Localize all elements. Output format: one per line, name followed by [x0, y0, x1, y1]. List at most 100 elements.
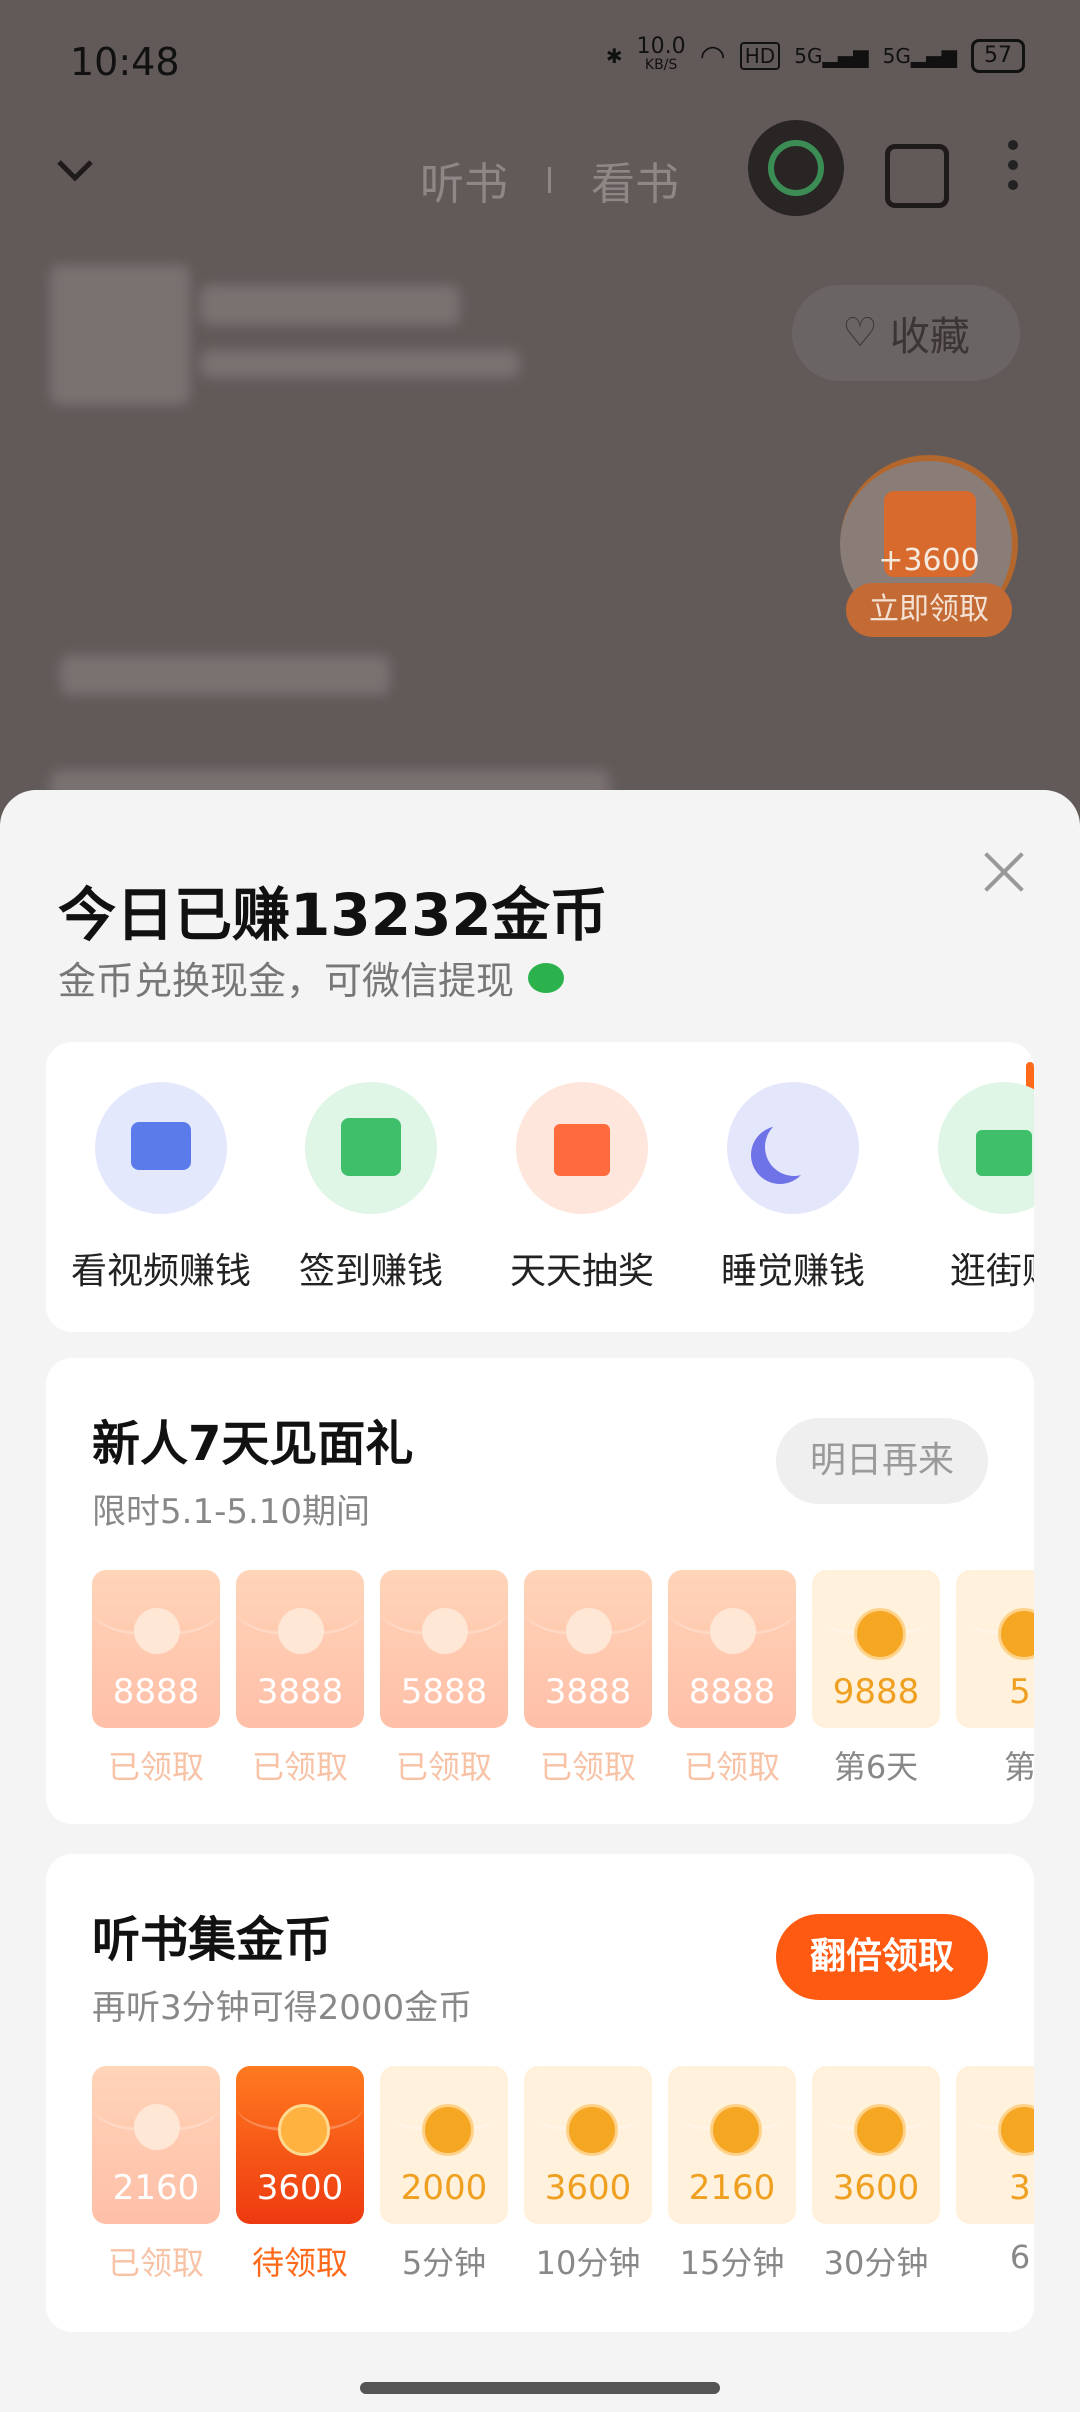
tv-icon: [95, 1082, 227, 1214]
gift-day-item[interactable]: 8888 已领取: [668, 1570, 796, 1788]
reward-amount: +3600: [878, 543, 980, 578]
coin-caption: 已领取: [107, 1748, 204, 1786]
coin-envelope: 2160: [92, 2066, 220, 2224]
listen-reward-item[interactable]: 2000 5分钟: [380, 2066, 508, 2284]
coin-envelope: 3888: [236, 1570, 364, 1728]
listen-reward-item[interactable]: 2160 已领取: [92, 2066, 220, 2284]
coin-envelope: 9888: [812, 1570, 940, 1728]
mode-tabs: 听书 看书: [420, 148, 679, 212]
coin-value: 3888: [256, 1672, 344, 1712]
chevron-down-icon[interactable]: [55, 150, 95, 190]
coin-value: 5: [1009, 1672, 1031, 1712]
coin-value: 3600: [256, 2168, 344, 2208]
coin-caption: 10分钟: [535, 2244, 641, 2282]
wifi-icon: ◠: [699, 38, 726, 74]
listen-reward-item[interactable]: 3600 10分钟: [524, 2066, 652, 2284]
coin-envelope: 2160: [668, 2066, 796, 2224]
chapter-text-blurred: [60, 655, 390, 695]
signal-5g-1: 5G▂▄▆: [794, 44, 869, 68]
signal-5g-2: 5G▂▄▆: [882, 44, 957, 68]
listen-title: 听书集金币: [92, 1912, 333, 1968]
progress-ring-icon[interactable]: [748, 120, 844, 216]
coin-icon: [422, 1608, 468, 1654]
listen-reward-item[interactable]: 3600 30分钟: [812, 2066, 940, 2284]
more-vertical-icon[interactable]: [1008, 140, 1018, 200]
listen-reward-item[interactable]: 2160 15分钟: [668, 2066, 796, 2284]
coin-caption: 待领取: [251, 2244, 348, 2282]
sheet-title: 今日已赚13232金币: [58, 881, 608, 949]
double-claim-button[interactable]: 翻倍领取: [775, 1914, 988, 2000]
status-bar: 10:48 ✱ 10.0 KB/S ◠ HD 5G▂▄▆ 5G▂▄▆ 57: [0, 0, 1080, 120]
gift-day-item[interactable]: 9888 第6天: [812, 1570, 940, 1788]
coin-caption: 15分钟: [679, 2244, 785, 2282]
coin-envelope: 3600: [812, 2066, 940, 2224]
listen-subtitle: 再听3分钟可得2000金币: [92, 1988, 473, 2028]
coin-value: 3600: [544, 2168, 632, 2208]
book-meta-blurred: [200, 350, 520, 378]
tab-listen[interactable]: 听书: [420, 148, 508, 212]
gift-subtitle: 限时5.1-5.10期间: [92, 1492, 371, 1532]
task-watch-video[interactable]: 看视频赚钱: [61, 1082, 261, 1294]
coin-icon: [134, 1608, 180, 1654]
coin-envelope: 5: [956, 1570, 1034, 1728]
coin-icon: [134, 2104, 180, 2150]
come-tomorrow-button[interactable]: 明日再来: [775, 1418, 988, 1504]
coin-envelope: 3600: [524, 2066, 652, 2224]
book-title-blurred: [200, 285, 460, 325]
coin-envelope: 3888: [524, 1570, 652, 1728]
player-top-bar: 听书 看书: [0, 120, 1080, 220]
coin-icon: [854, 1608, 906, 1660]
net-speed: 10.0 KB/S: [636, 34, 686, 74]
coin-icon: [566, 2104, 618, 2156]
gift-day-item[interactable]: 8888 已领取: [92, 1570, 220, 1788]
coin-value: 2160: [112, 2168, 200, 2208]
home-indicator[interactable]: [360, 2382, 720, 2394]
coin-caption: 已领取: [683, 1748, 780, 1786]
coin-value: 3: [1009, 2168, 1031, 2208]
coin-envelope: 3600: [236, 2066, 364, 2224]
wechat-icon: [528, 962, 565, 993]
coin-caption: 30分钟: [823, 2244, 929, 2282]
coin-icon: [566, 1608, 612, 1654]
coin-envelope: 2000: [380, 2066, 508, 2224]
coin-earnings-sheet: 今日已赚13232金币 金币兑换现金，可微信提现 看视频赚钱 签到赚钱 天天抽奖…: [0, 790, 1080, 2412]
coin-value: 5888: [400, 1672, 488, 1712]
coin-caption: 5分钟: [401, 2244, 487, 2282]
coin-icon: [854, 2104, 906, 2156]
newbie-gift-card: 新人7天见面礼 限时5.1-5.10期间 明日再来 8888 已领取 3888 已领取…: [46, 1358, 1034, 1824]
claim-now-button[interactable]: 立即领取: [846, 583, 1012, 637]
close-icon[interactable]: [982, 850, 1026, 894]
floating-coin-reward[interactable]: +3600 立即领取: [840, 455, 1018, 640]
gift-day-item[interactable]: 5第: [956, 1570, 1034, 1788]
coin-icon: [278, 2104, 330, 2156]
favorite-label: 收藏: [889, 314, 970, 360]
coin-envelope: 3: [956, 2066, 1034, 2224]
gift-day-item[interactable]: 5888 已领取: [380, 1570, 508, 1788]
listen-reward-item[interactable]: 3600 待领取: [236, 2066, 364, 2284]
coin-icon: [710, 2104, 762, 2156]
gift-day-item[interactable]: 3888 已领取: [236, 1570, 364, 1788]
task-shortcuts: 看视频赚钱 签到赚钱 天天抽奖 睡觉赚钱 逛街赚: [46, 1042, 1034, 1332]
coin-caption: 第6天: [833, 1748, 919, 1786]
gift-day-item[interactable]: 3888 已领取: [524, 1570, 652, 1788]
task-lottery[interactable]: 天天抽奖: [482, 1082, 682, 1294]
calendar-check-icon: [305, 1082, 437, 1214]
favorite-button[interactable]: ♡ 收藏: [792, 285, 1020, 381]
listen-coins-card: 听书集金币 再听3分钟可得2000金币 翻倍领取 2160 已领取 3600 待领取 2…: [46, 1854, 1034, 2332]
coin-value: 3888: [544, 1672, 632, 1712]
gift-title: 新人7天见面礼: [92, 1416, 414, 1472]
task-shopping[interactable]: 逛街赚: [904, 1082, 1034, 1294]
coin-caption: 已领取: [395, 1748, 492, 1786]
shopping-bag-icon: [938, 1082, 1034, 1214]
shopping-bag-icon[interactable]: [885, 144, 949, 208]
tab-read[interactable]: 看书: [591, 148, 679, 212]
coin-value: 9888: [832, 1672, 920, 1712]
coin-caption: 已领取: [539, 1748, 636, 1786]
listen-reward-item[interactable]: 36: [956, 2066, 1034, 2276]
coin-caption: 已领取: [251, 1748, 348, 1786]
status-icons: ✱ 10.0 KB/S ◠ HD 5G▂▄▆ 5G▂▄▆ 57: [606, 34, 1025, 74]
task-sleep[interactable]: 睡觉赚钱: [693, 1082, 893, 1294]
coin-value: 3600: [832, 2168, 920, 2208]
coin-envelope: 5888: [380, 1570, 508, 1728]
task-checkin[interactable]: 签到赚钱: [271, 1082, 471, 1294]
